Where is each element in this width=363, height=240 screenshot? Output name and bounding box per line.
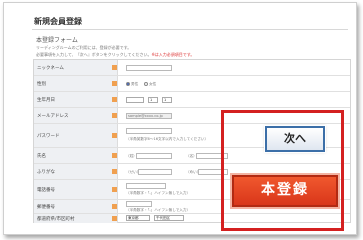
required-marker (112, 204, 117, 209)
gender-male-radio[interactable] (126, 82, 130, 86)
gender-female-label: 女性 (149, 82, 157, 86)
gender-male-label: 男性 (131, 82, 139, 86)
password-input[interactable] (126, 128, 172, 134)
label-nickname: ニックネーム (37, 66, 64, 71)
required-marker (112, 81, 117, 86)
intro-instructions-text: 必要事項を入力して、『次へ』ボタンをクリックしてください。 (36, 52, 152, 57)
label-furigana: ふりがな (37, 170, 55, 175)
birth-year-select[interactable] (126, 97, 144, 103)
gender-female-radio[interactable] (144, 82, 148, 86)
label-gender: 性別 (37, 82, 46, 87)
phone-input[interactable] (126, 183, 166, 189)
last-name-kana-input[interactable] (138, 169, 172, 175)
postal-code-hint: （半角数字・「-」ハイフン無しで入力） (126, 208, 191, 212)
required-marker (112, 187, 117, 192)
row-gender: 性別 男性 女性 (34, 76, 350, 92)
label-postal-code: 郵便番号 (37, 205, 55, 210)
label-email: メールアドレス (37, 114, 69, 119)
intro-text: リーディングルームのご利用には、登録が必要です。 (36, 45, 132, 50)
label-birthday: 生年月日 (37, 98, 55, 103)
row-birthday: 生年月日 1 1 (34, 92, 350, 108)
label-name: 氏名 (37, 154, 46, 159)
phone-hint: （半角数字・「-」ハイフン無しで入力） (126, 191, 191, 195)
title-divider (32, 29, 348, 30)
required-note: ※は入力必須項目です。 (151, 52, 195, 57)
last-name-input[interactable] (136, 153, 172, 159)
row-nickname: ニックネーム (34, 60, 350, 76)
required-marker (112, 153, 117, 158)
nickname-input[interactable] (126, 65, 172, 71)
required-marker (112, 65, 117, 70)
next-button[interactable]: 次へ (265, 126, 325, 152)
label-password: パスワード (37, 134, 60, 139)
prefecture-select[interactable]: 東京都 (126, 215, 150, 221)
label-phone: 電話番号 (37, 188, 55, 193)
email-field[interactable]: sample@xxxx.co.jp (126, 113, 172, 119)
required-marker (112, 216, 117, 221)
city-select[interactable]: 千代田区 (154, 215, 184, 221)
required-marker (112, 133, 117, 138)
postal-code-input[interactable] (126, 201, 152, 207)
birth-month-select[interactable]: 1 (148, 97, 158, 103)
required-marker (112, 113, 117, 118)
form-title: 本登録フォーム (36, 37, 78, 44)
register-button[interactable]: 本登録 (232, 175, 338, 207)
required-marker (112, 97, 117, 102)
intro-instructions: 必要事項を入力して、『次へ』ボタンをクリックしてください。※は入力必須項目です。 (36, 52, 194, 58)
birth-day-select[interactable]: 1 (162, 97, 172, 103)
password-hint: （半角英数字6〜16文字以内で入力してください） (126, 137, 209, 141)
required-marker (112, 169, 117, 174)
label-prefecture-city: 都道府県/市区町村 (37, 217, 75, 222)
page-title: 新規会員登録 (34, 17, 82, 26)
